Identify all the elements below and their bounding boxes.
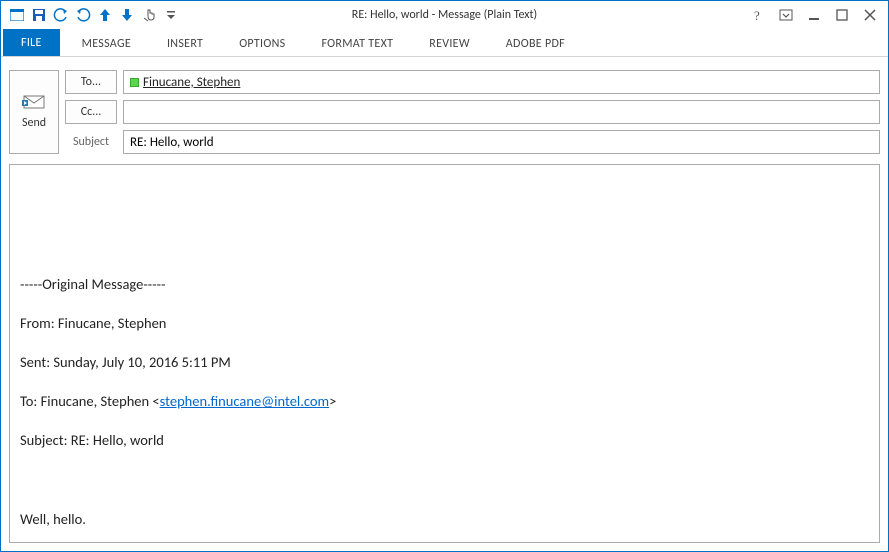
send-icon [22,94,46,110]
tab-review[interactable]: REVIEW [411,31,488,56]
to-row: To... Finucane, Stephen [65,70,880,94]
touch-mode-icon[interactable] [141,7,157,23]
compose-fields: To... Finucane, Stephen Cc... Subject [65,70,880,154]
tab-options[interactable]: OPTIONS [221,31,303,56]
to-field[interactable]: Finucane, Stephen [123,70,880,94]
quoted-body-text: Well, hello. [20,510,869,530]
up-arrow-icon[interactable] [97,7,113,23]
quoted-from: From: Finucane, Stephen [20,314,869,334]
cc-field[interactable] [123,100,880,124]
window-controls: ? [750,7,884,23]
qat-customize-icon[interactable] [163,7,179,23]
presence-icon [130,78,139,87]
window-title: RE: Hello, world - Message (Plain Text) [352,8,537,22]
subject-field[interactable] [123,130,880,154]
quoted-divider: -----Original Message----- [20,275,869,295]
window-icon [9,7,25,23]
cc-row: Cc... [65,100,880,124]
redo-icon[interactable] [75,7,91,23]
to-button[interactable]: To... [65,70,117,94]
ribbon-display-icon[interactable] [778,7,794,23]
subject-row: Subject [65,130,880,154]
send-label: Send [22,116,46,130]
tab-insert[interactable]: INSERT [149,31,221,56]
subject-label: Subject [65,130,117,154]
tab-file[interactable]: FILE [3,29,60,56]
maximize-icon[interactable] [834,7,850,23]
save-icon[interactable] [31,7,47,23]
tab-adobe-pdf[interactable]: ADOBE PDF [488,31,583,56]
quoted-sent: Sent: Sunday, July 10, 2016 5:11 PM [20,353,869,373]
compose-header: Send To... Finucane, Stephen Cc... Subje… [1,57,888,156]
title-bar: RE: Hello, world - Message (Plain Text) … [1,1,888,29]
help-icon[interactable]: ? [750,7,766,23]
quick-access-toolbar [5,7,183,23]
quoted-subject: Subject: RE: Hello, world [20,431,869,451]
send-button[interactable]: Send [9,70,59,154]
minimize-icon[interactable] [806,7,822,23]
close-icon[interactable] [862,7,878,23]
undo-icon[interactable] [53,7,69,23]
ribbon-tabs: FILE MESSAGE INSERT OPTIONS FORMAT TEXT … [1,29,888,57]
svg-text:?: ? [754,8,760,22]
message-body[interactable]: -----Original Message----- From: Finucan… [9,164,880,543]
quoted-to: To: Finucane, Stephen <stephen.finucane@… [20,392,869,412]
recipient-chip[interactable]: Finucane, Stephen [143,75,240,90]
email-link[interactable]: stephen.finucane@intel.com [160,392,330,410]
tab-message[interactable]: MESSAGE [64,31,149,56]
down-arrow-icon[interactable] [119,7,135,23]
cc-button[interactable]: Cc... [65,100,117,124]
tab-format-text[interactable]: FORMAT TEXT [303,31,411,56]
